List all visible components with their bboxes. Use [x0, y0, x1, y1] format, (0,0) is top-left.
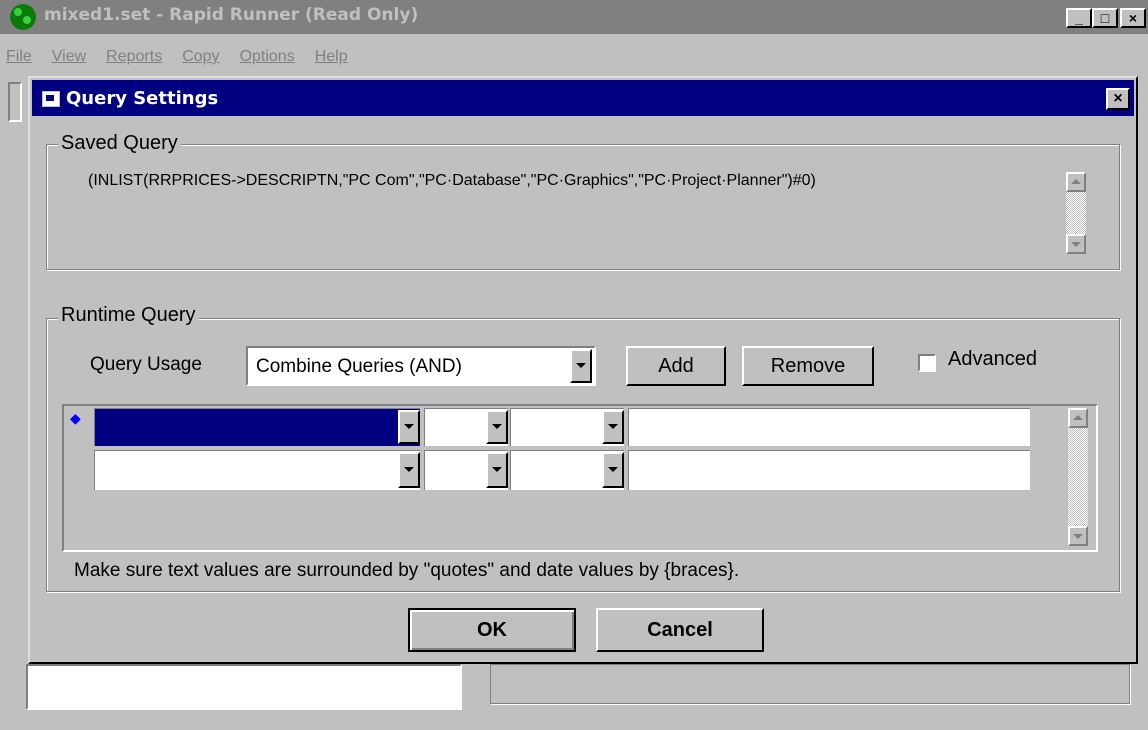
chevron-down-icon	[492, 424, 502, 429]
chevron-down-icon	[576, 363, 586, 368]
app-title: mixed1.set - Rapid Runner (Read Only)	[44, 5, 419, 25]
remove-button-label: Remove	[770, 355, 846, 377]
remove-button[interactable]: Remove	[742, 346, 874, 386]
close-icon: ×	[1113, 90, 1123, 107]
query-usage-dropdown-button[interactable]	[570, 349, 592, 383]
saved-query-scroll-up[interactable]	[1066, 172, 1086, 192]
query-usage-label: Query Usage	[90, 354, 202, 375]
dialog-window-icon	[42, 91, 60, 107]
query-settings-dialog: Query Settings × Saved Query (INLIST(RRP…	[28, 76, 1138, 664]
advanced-checkbox[interactable]	[918, 354, 936, 372]
app-title-bar: mixed1.set - Rapid Runner (Read Only) _ …	[0, 0, 1148, 34]
arrow-down-icon	[1073, 534, 1083, 539]
grid-value-cell[interactable]	[628, 408, 1030, 446]
runtime-query-label: Runtime Query	[58, 304, 199, 327]
arrow-up-icon	[1073, 415, 1083, 420]
menu-copy[interactable]: Copy	[182, 48, 219, 65]
grid-field-dropdown[interactable]	[398, 452, 420, 488]
chevron-down-icon	[492, 467, 502, 472]
menu-bar: File View Reports Copy Options Help	[0, 48, 362, 72]
grid-value-cell[interactable]	[628, 450, 1030, 490]
arrow-down-icon	[1071, 242, 1081, 247]
close-icon: ×	[1128, 10, 1138, 26]
chevron-down-icon	[608, 467, 618, 472]
dialog-title: Query Settings	[66, 88, 219, 109]
chevron-down-icon	[608, 424, 618, 429]
ok-button[interactable]: OK	[408, 608, 576, 652]
maximize-icon: □	[1100, 10, 1110, 26]
current-row-marker-icon: ◆	[70, 410, 81, 426]
menu-options[interactable]: Options	[240, 48, 295, 65]
grid-scroll-up[interactable]	[1068, 408, 1088, 428]
dialog-close-button[interactable]: ×	[1106, 88, 1130, 110]
chevron-down-icon	[404, 424, 414, 429]
grid-scroll-track[interactable]	[1068, 428, 1088, 526]
saved-query-label: Saved Query	[58, 132, 181, 155]
close-button[interactable]: ×	[1120, 8, 1146, 28]
menu-file[interactable]: File	[6, 48, 32, 65]
menu-help[interactable]: Help	[315, 48, 348, 65]
grid-connector-dropdown[interactable]	[602, 410, 624, 444]
query-grid: ◆	[62, 404, 1098, 552]
parent-left-panel	[8, 82, 22, 122]
grid-operator-dropdown[interactable]	[486, 410, 508, 444]
quotes-hint-text: Make sure text values are surrounded by …	[74, 560, 740, 581]
saved-query-scroll-track[interactable]	[1066, 192, 1086, 234]
chevron-down-icon	[404, 467, 414, 472]
query-usage-select[interactable]: Combine Queries (AND)	[246, 346, 596, 386]
menu-reports[interactable]: Reports	[106, 48, 162, 65]
parent-group-panel	[490, 664, 1130, 704]
arrow-up-icon	[1071, 179, 1081, 184]
add-button[interactable]: Add	[626, 346, 726, 386]
grid-field-cell[interactable]	[94, 408, 420, 446]
minimize-button[interactable]: _	[1066, 8, 1092, 28]
advanced-label[interactable]: Advanced	[948, 348, 1037, 371]
grid-connector-dropdown[interactable]	[602, 452, 624, 488]
dialog-title-bar: Query Settings ×	[32, 80, 1134, 116]
grid-field-dropdown[interactable]	[398, 410, 420, 444]
query-usage-value: Combine Queries (AND)	[256, 356, 462, 377]
saved-query-text: (INLIST(RRPRICES->DESCRIPTN,"PC Com","PC…	[88, 172, 816, 189]
cancel-button-label: Cancel	[647, 619, 713, 641]
app-paw-icon	[10, 4, 36, 30]
add-button-label: Add	[658, 355, 694, 377]
maximize-button[interactable]: □	[1092, 8, 1118, 28]
grid-field-cell[interactable]	[94, 450, 420, 490]
saved-query-scroll-down[interactable]	[1066, 234, 1086, 254]
parent-input-box[interactable]	[26, 664, 462, 710]
ok-button-label: OK	[477, 619, 507, 641]
saved-query-group	[46, 144, 1120, 270]
minimize-icon: _	[1075, 10, 1083, 26]
menu-view[interactable]: View	[52, 48, 86, 65]
cancel-button[interactable]: Cancel	[596, 608, 764, 652]
grid-scroll-down[interactable]	[1068, 526, 1088, 546]
grid-operator-dropdown[interactable]	[486, 452, 508, 488]
